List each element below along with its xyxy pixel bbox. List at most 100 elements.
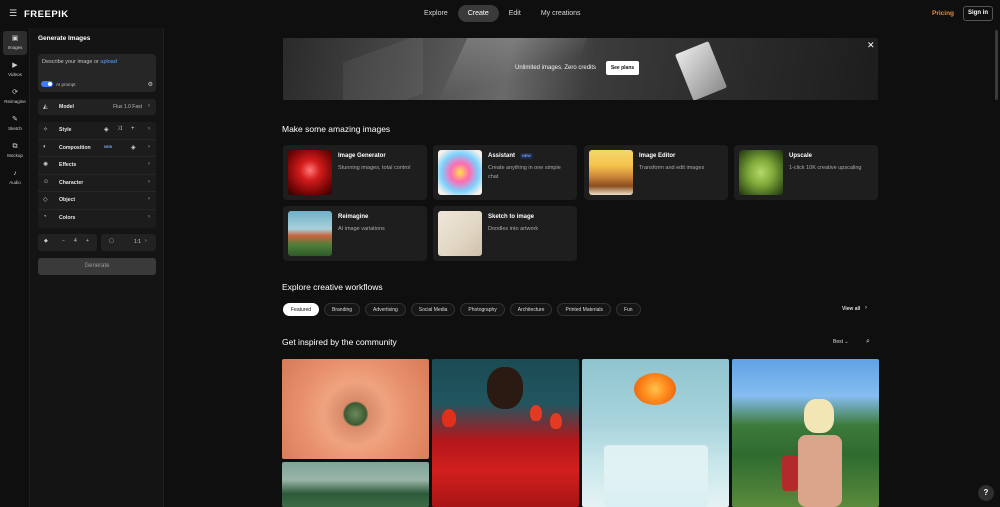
- upscale-thumbnail: [739, 150, 783, 195]
- nav-explore[interactable]: Explore: [414, 5, 458, 22]
- chevron-right-icon: ›: [148, 126, 150, 132]
- sketch-thumbnail: [438, 211, 482, 256]
- colors-icon: ◔: [43, 213, 47, 220]
- new-badge: NEW: [520, 153, 533, 159]
- chevron-right-icon: ›: [145, 238, 147, 244]
- upload-link[interactable]: upload: [100, 59, 117, 65]
- tool-card-reimagine[interactable]: Reimagine AI image variations: [283, 206, 427, 261]
- community-image-green-hat[interactable]: [282, 462, 429, 507]
- chip-fun[interactable]: Fun: [615, 303, 641, 316]
- model-icon: ◭: [43, 104, 48, 110]
- section-title-make: Make some amazing images: [282, 124, 391, 134]
- composition-icon: ◐: [43, 143, 47, 150]
- option-style[interactable]: ✧ Style ◈ ⤨ + ›: [38, 122, 156, 140]
- layers-icon: ◆: [44, 238, 48, 244]
- chevron-right-icon: ›: [148, 196, 150, 202]
- tool-card-assistant[interactable]: Assistant NEW Create anything in one sim…: [433, 145, 577, 200]
- nav-create[interactable]: Create: [457, 5, 499, 22]
- prompt-input[interactable]: Describe your image or upload AI prompt …: [38, 54, 156, 92]
- ai-prompt-toggle[interactable]: [41, 81, 53, 87]
- logo[interactable]: FREEPIK: [24, 9, 69, 20]
- rail-item-videos[interactable]: ▶ Videos: [3, 58, 27, 82]
- help-button[interactable]: ?: [978, 485, 994, 501]
- aspect-ratio-value: 1:1: [134, 239, 141, 245]
- image-count-stepper: ◆ − 4 +: [38, 234, 97, 251]
- sign-in-button[interactable]: Sign in: [963, 6, 993, 21]
- chevron-right-icon: ›: [148, 161, 150, 167]
- chevron-right-icon: ›: [148, 213, 150, 220]
- search-icon[interactable]: ⌕: [866, 338, 870, 346]
- pricing-link[interactable]: Pricing: [932, 10, 954, 17]
- scrollbar[interactable]: [995, 30, 998, 100]
- plus-icon[interactable]: +: [131, 126, 135, 132]
- community-image-ice-flower[interactable]: [582, 359, 729, 507]
- decrement-button[interactable]: −: [62, 238, 65, 244]
- chip-advertising[interactable]: Advertising: [365, 303, 406, 316]
- chip-printed-materials[interactable]: Printed Materials: [557, 303, 611, 316]
- options-group: ✧ Style ◈ ⤨ + › ◐ Composition NEW ◈ › ✺ …: [38, 122, 156, 228]
- tool-card-image-editor[interactable]: Image Editor Transform and edit images: [584, 145, 728, 200]
- prompt-placeholder: Describe your image or upload: [42, 59, 117, 65]
- nav-my-creations[interactable]: My creations: [531, 5, 591, 22]
- view-all-link[interactable]: View all: [842, 306, 860, 312]
- tool-card-sketch-to-image[interactable]: Sketch to image Doodles into artwork: [433, 206, 577, 261]
- mockup-icon: ⧉: [12, 143, 18, 150]
- option-character[interactable]: ☺ Character ›: [38, 175, 156, 192]
- chevron-right-icon[interactable]: ›: [865, 305, 867, 311]
- panel-title: Generate Images: [38, 35, 91, 42]
- video-icon: ▶: [12, 62, 18, 69]
- object-icon: ◇: [43, 197, 48, 203]
- close-icon[interactable]: ✕: [867, 40, 875, 51]
- rail-item-audio[interactable]: ♪ Audio: [3, 166, 27, 190]
- chevron-right-icon: ›: [148, 143, 150, 150]
- main-content: Unlimited images. Zero credits See plans…: [164, 28, 1000, 507]
- character-icon: ☺: [43, 178, 50, 185]
- rail-item-images[interactable]: ▣ Images: [3, 31, 27, 55]
- composition-preset-icon[interactable]: ◈: [131, 144, 136, 151]
- nav-edit[interactable]: Edit: [499, 5, 531, 22]
- community-image-arches[interactable]: [282, 359, 429, 459]
- sort-dropdown[interactable]: Best ⌄: [833, 339, 849, 345]
- community-image-beach-woman[interactable]: [732, 359, 879, 507]
- image-editor-thumbnail: [589, 150, 633, 195]
- model-selector[interactable]: ◭ Model Flux 1.0 Fast ›: [38, 99, 156, 115]
- chip-photography[interactable]: Photography: [460, 303, 505, 316]
- chip-featured[interactable]: Featured: [283, 303, 320, 316]
- workflow-filter-chips: Featured Branding Advertising Social Med…: [283, 303, 641, 316]
- top-bar: ☰ FREEPIK Explore Create Edit My creatio…: [0, 0, 1000, 28]
- community-image-red-tulips[interactable]: [432, 359, 579, 507]
- section-title-community: Get inspired by the community: [282, 337, 397, 347]
- settings-icon[interactable]: ⚙: [148, 81, 153, 88]
- rail-item-sketch[interactable]: ✎ Sketch: [3, 112, 27, 136]
- square-icon: ▢: [109, 238, 114, 244]
- option-colors[interactable]: ◔ Colors ›: [38, 210, 156, 228]
- aspect-ratio-selector[interactable]: ▢ 1:1 ›: [101, 234, 156, 251]
- chip-branding[interactable]: Branding: [324, 303, 361, 316]
- hamburger-menu-icon[interactable]: ☰: [9, 9, 17, 18]
- image-count-value: 4: [74, 238, 77, 244]
- banner-photo: [674, 41, 728, 100]
- promo-banner: Unlimited images. Zero credits See plans: [283, 38, 878, 100]
- option-effects[interactable]: ✺ Effects ›: [38, 157, 156, 175]
- shuffle-icon[interactable]: ⤨: [117, 126, 122, 133]
- section-title-workflows: Explore creative workflows: [282, 282, 383, 292]
- generate-button[interactable]: Generate: [38, 258, 156, 275]
- see-plans-button[interactable]: See plans: [606, 61, 639, 75]
- chevron-down-icon: ⌄: [844, 339, 849, 345]
- style-preset-icon[interactable]: ◈: [104, 126, 109, 133]
- rail-item-mockup[interactable]: ⧉ Mockup: [3, 139, 27, 163]
- rail-item-reimagine[interactable]: ⟳ Reimagine: [3, 85, 27, 109]
- tool-rail: ▣ Images ▶ Videos ⟳ Reimagine ✎ Sketch ⧉…: [0, 28, 30, 507]
- option-composition[interactable]: ◐ Composition NEW ◈ ›: [38, 140, 156, 157]
- chip-social-media[interactable]: Social Media: [410, 303, 456, 316]
- increment-button[interactable]: +: [86, 238, 89, 244]
- audio-icon: ♪: [13, 170, 17, 177]
- new-badge: NEW: [104, 144, 113, 149]
- effects-icon: ✺: [43, 162, 49, 168]
- generate-panel: Generate Images Describe your image or u…: [30, 28, 164, 507]
- tool-card-image-generator[interactable]: Image Generator Stunning images, total c…: [283, 145, 427, 200]
- assistant-thumbnail: [438, 150, 482, 195]
- tool-card-upscale[interactable]: Upscale 1-click 10K creative upscaling: [734, 145, 878, 200]
- option-object[interactable]: ◇ Object ›: [38, 192, 156, 210]
- chip-architecture[interactable]: Architecture: [509, 303, 553, 316]
